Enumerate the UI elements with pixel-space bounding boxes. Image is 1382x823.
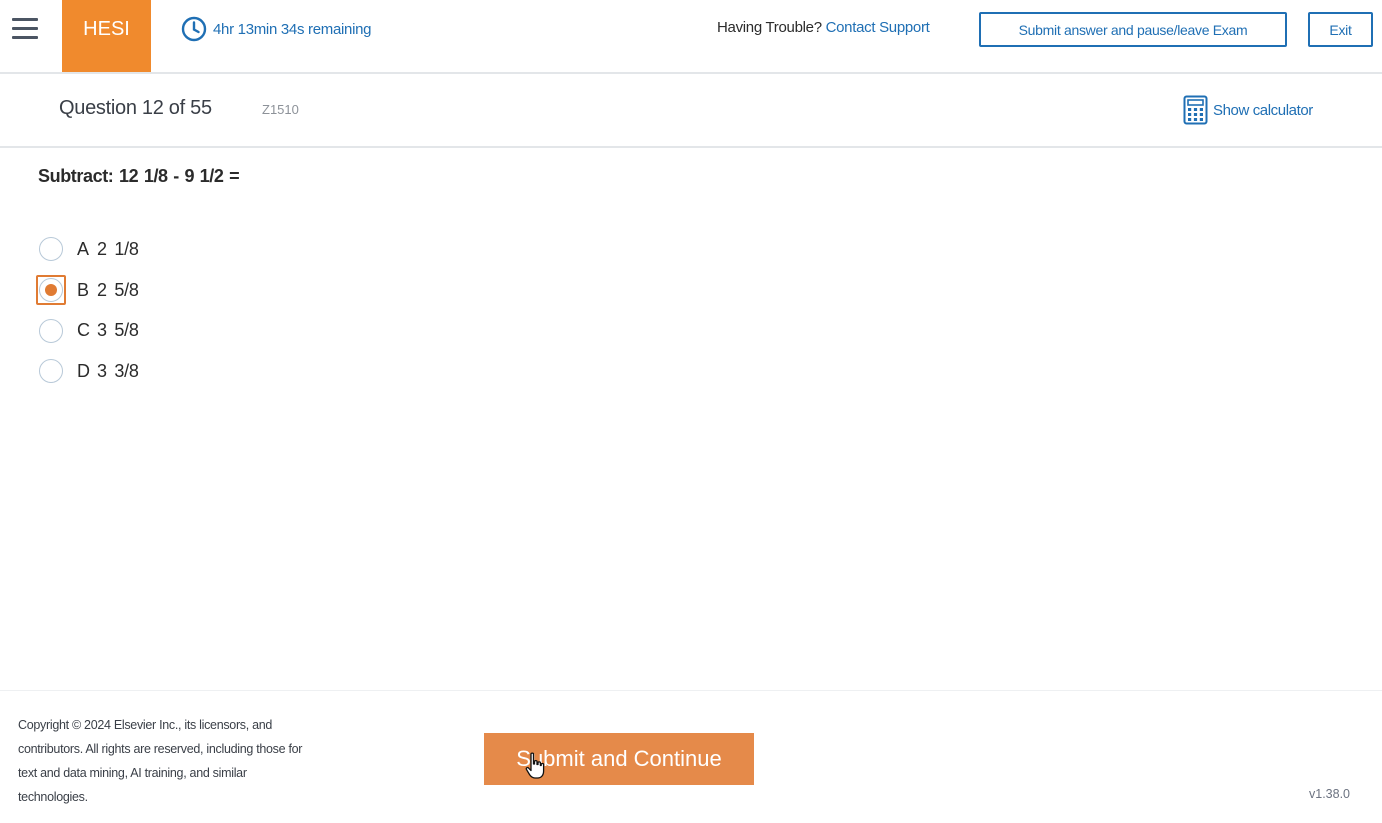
option-letter: B — [77, 279, 90, 300]
answer-option-c[interactable]: C 3 5/8 — [36, 310, 139, 351]
option-text: 2 1/8 — [97, 238, 139, 259]
option-text: 3 5/8 — [97, 320, 139, 341]
answer-option-b[interactable]: B 2 5/8 — [36, 270, 139, 311]
pause-leave-exam-button[interactable]: Submit answer and pause/leave Exam — [979, 12, 1287, 47]
copyright-line: Copyright © 2024 Elsevier Inc., its lice… — [18, 718, 273, 732]
option-letter: A — [77, 238, 90, 259]
brand-logo: HESI — [62, 0, 151, 72]
radio-selected-dot — [45, 284, 57, 297]
radio-button[interactable] — [39, 318, 63, 343]
copyright-line: text and data mining, AI training, and s… — [18, 766, 247, 780]
show-calculator-label: Show calculator — [1213, 101, 1313, 119]
exam-timer: 4hr 13min 34s remaining — [181, 16, 372, 42]
hamburger-icon-line — [12, 18, 38, 21]
footer: Copyright © 2024 Elsevier Inc., its lice… — [0, 690, 1382, 823]
option-text: 2 5/8 — [97, 279, 139, 300]
exit-button[interactable]: Exit — [1308, 12, 1373, 47]
answer-option-a[interactable]: A 2 1/8 — [36, 229, 139, 270]
radio-frame-selected — [36, 275, 66, 306]
calculator-icon — [1183, 95, 1208, 125]
option-letter: C — [77, 320, 90, 341]
contact-support-link[interactable]: Contact Support — [826, 19, 930, 36]
question-number: Question 12 of 55 — [59, 97, 212, 119]
question-stem: Subtract: 12 1/8 - 9 1/2 = — [38, 166, 240, 186]
timer-text: 4hr 13min 34s remaining — [213, 20, 372, 38]
option-letter: D — [77, 360, 90, 381]
clock-icon — [181, 16, 207, 42]
support-message: Having Trouble? Contact Support — [717, 19, 930, 36]
radio-button[interactable] — [39, 237, 63, 262]
top-bar: HESI 4hr 13min 34s remaining Having Trou… — [0, 0, 1382, 74]
submit-and-continue-button[interactable]: Submit and Continue — [484, 733, 754, 785]
radio-frame — [36, 316, 66, 346]
question-header: Question 12 of 55 Z1510 Show calculator — [0, 74, 1382, 148]
copyright-notice: Copyright © 2024 Elsevier Inc., its lice… — [18, 713, 378, 809]
answer-options: A 2 1/8 B 2 5/8 C 3 5/8 D 3 3/8 — [36, 229, 139, 392]
radio-frame — [36, 356, 66, 386]
radio-button-selected[interactable] — [39, 278, 63, 303]
trouble-text: Having Trouble? — [717, 19, 822, 36]
menu-button[interactable] — [10, 14, 40, 44]
radio-frame — [36, 234, 66, 264]
question-id: Z1510 — [262, 102, 299, 117]
copyright-line: contributors. All rights are reserved, i… — [18, 742, 303, 756]
hamburger-icon-line — [12, 27, 38, 30]
version-label: v1.38.0 — [1309, 787, 1351, 801]
option-text: 3 3/8 — [97, 360, 139, 381]
radio-button[interactable] — [39, 359, 63, 384]
answer-option-d[interactable]: D 3 3/8 — [36, 351, 139, 392]
hamburger-icon-line — [12, 36, 38, 39]
show-calculator-button[interactable]: Show calculator — [1183, 95, 1313, 125]
copyright-line: technologies. — [18, 790, 88, 804]
